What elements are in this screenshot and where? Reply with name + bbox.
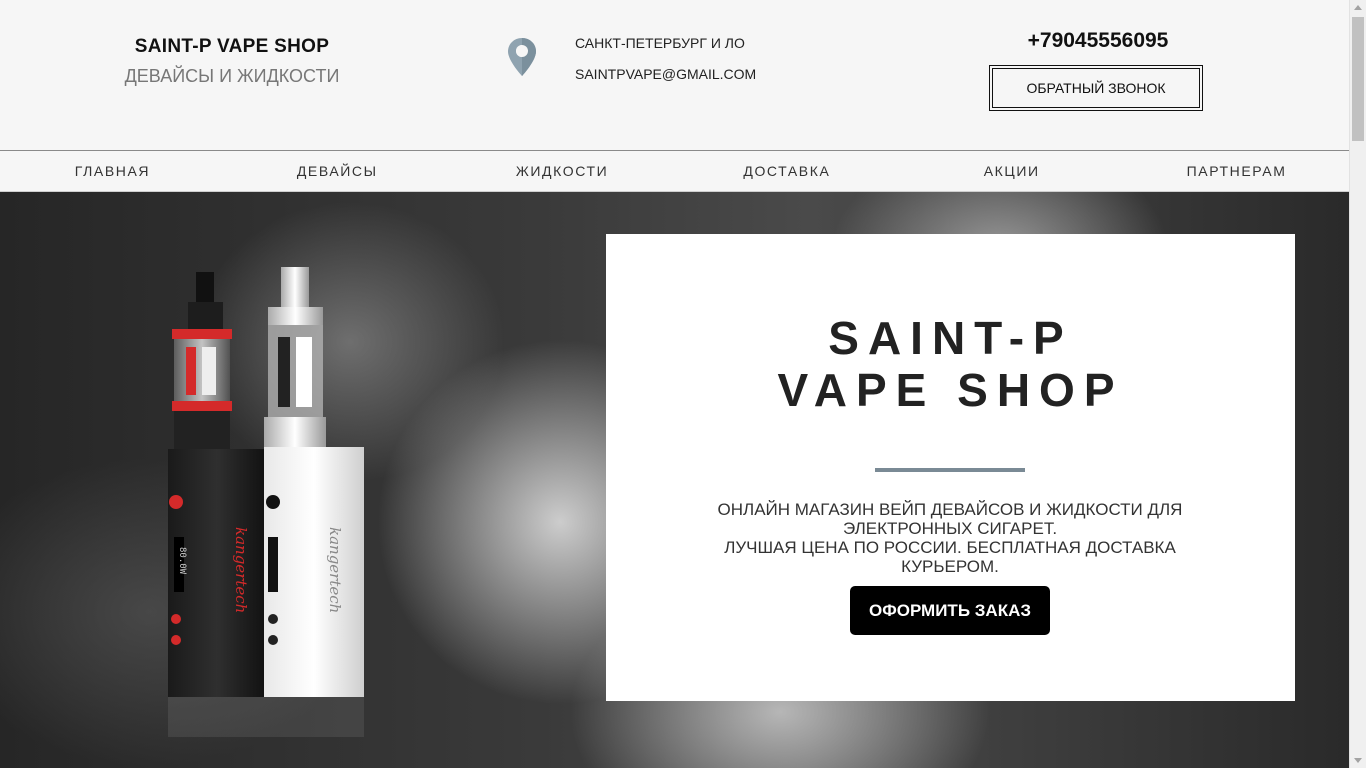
phone-number[interactable]: +79045556095	[990, 29, 1206, 53]
hero-description: ОНЛАЙН МАГАЗИН ВЕЙП ДЕВАЙСОВ И ЖИДКОСТИ …	[676, 500, 1224, 576]
brand-name[interactable]: SAINT-P VAPE SHOP	[90, 36, 374, 58]
nav-item-delivery[interactable]: ДОСТАВКА	[674, 151, 899, 191]
title-divider	[875, 468, 1025, 472]
nav-item-liquids[interactable]: ЖИДКОСТИ	[450, 151, 675, 191]
hero-title: SAINT-P VAPE SHOP	[606, 312, 1295, 416]
nav-item-home[interactable]: ГЛАВНАЯ	[0, 151, 225, 191]
device-screen-text: 80.0W	[177, 547, 187, 575]
hero-card: SAINT-P VAPE SHOP ОНЛАЙН МАГАЗИН ВЕЙП ДЕ…	[606, 234, 1295, 701]
brand-tagline: ДЕВАЙСЫ И ЖИДКОСТИ	[124, 66, 340, 86]
main-nav: ГЛАВНАЯ ДЕВАЙСЫ ЖИДКОСТИ ДОСТАВКА АКЦИИ …	[0, 151, 1349, 192]
scroll-up-icon[interactable]	[1354, 5, 1362, 10]
scroll-thumb[interactable]	[1352, 17, 1364, 141]
map-pin-icon	[508, 38, 536, 76]
hero-title-line2: VAPE SHOP	[777, 364, 1124, 416]
site-header: SAINT-P VAPE SHOP ДЕВАЙСЫ И ЖИДКОСТИ САН…	[0, 0, 1349, 151]
order-button[interactable]: ОФОРМИТЬ ЗАКАЗ	[850, 586, 1050, 635]
hero-title-line1: SAINT-P	[828, 312, 1073, 364]
nav-item-partners[interactable]: ПАРТНЕРАМ	[1124, 151, 1349, 191]
nav-item-devices[interactable]: ДЕВАЙСЫ	[225, 151, 450, 191]
page: SAINT-P VAPE SHOP ДЕВАЙСЫ И ЖИДКОСТИ САН…	[0, 0, 1349, 768]
callback-button[interactable]: ОБРАТНЫЙ ЗВОНОК	[989, 65, 1203, 111]
device-brand-text-1: kangertech	[232, 527, 250, 613]
brand-block[interactable]: SAINT-P VAPE SHOP ДЕВАЙСЫ И ЖИДКОСТИ	[90, 36, 374, 87]
vape-devices-image: kangertech 80.0W kangertech	[168, 267, 364, 737]
email-link[interactable]: SAINTPVAPE@GMAIL.COM	[575, 66, 756, 97]
hero-description-line2: ЛУЧШАЯ ЦЕНА ПО РОССИИ. БЕСПЛАТНАЯ ДОСТАВ…	[724, 538, 1176, 576]
contact-info: САНКТ-ПЕТЕРБУРГ И ЛО SAINTPVAPE@GMAIL.CO…	[575, 35, 756, 97]
page-scrollbar[interactable]	[1349, 0, 1366, 768]
nav-item-promotions[interactable]: АКЦИИ	[899, 151, 1124, 191]
location-text: САНКТ-ПЕТЕРБУРГ И ЛО	[575, 35, 745, 51]
hero-description-line1: ОНЛАЙН МАГАЗИН ВЕЙП ДЕВАЙСОВ И ЖИДКОСТИ …	[717, 500, 1183, 538]
device-brand-text-2: kangertech	[326, 527, 344, 613]
scroll-down-icon[interactable]	[1354, 758, 1362, 763]
hero-section: kangertech 80.0W kangertech SAINT-P VAPE…	[0, 192, 1349, 768]
